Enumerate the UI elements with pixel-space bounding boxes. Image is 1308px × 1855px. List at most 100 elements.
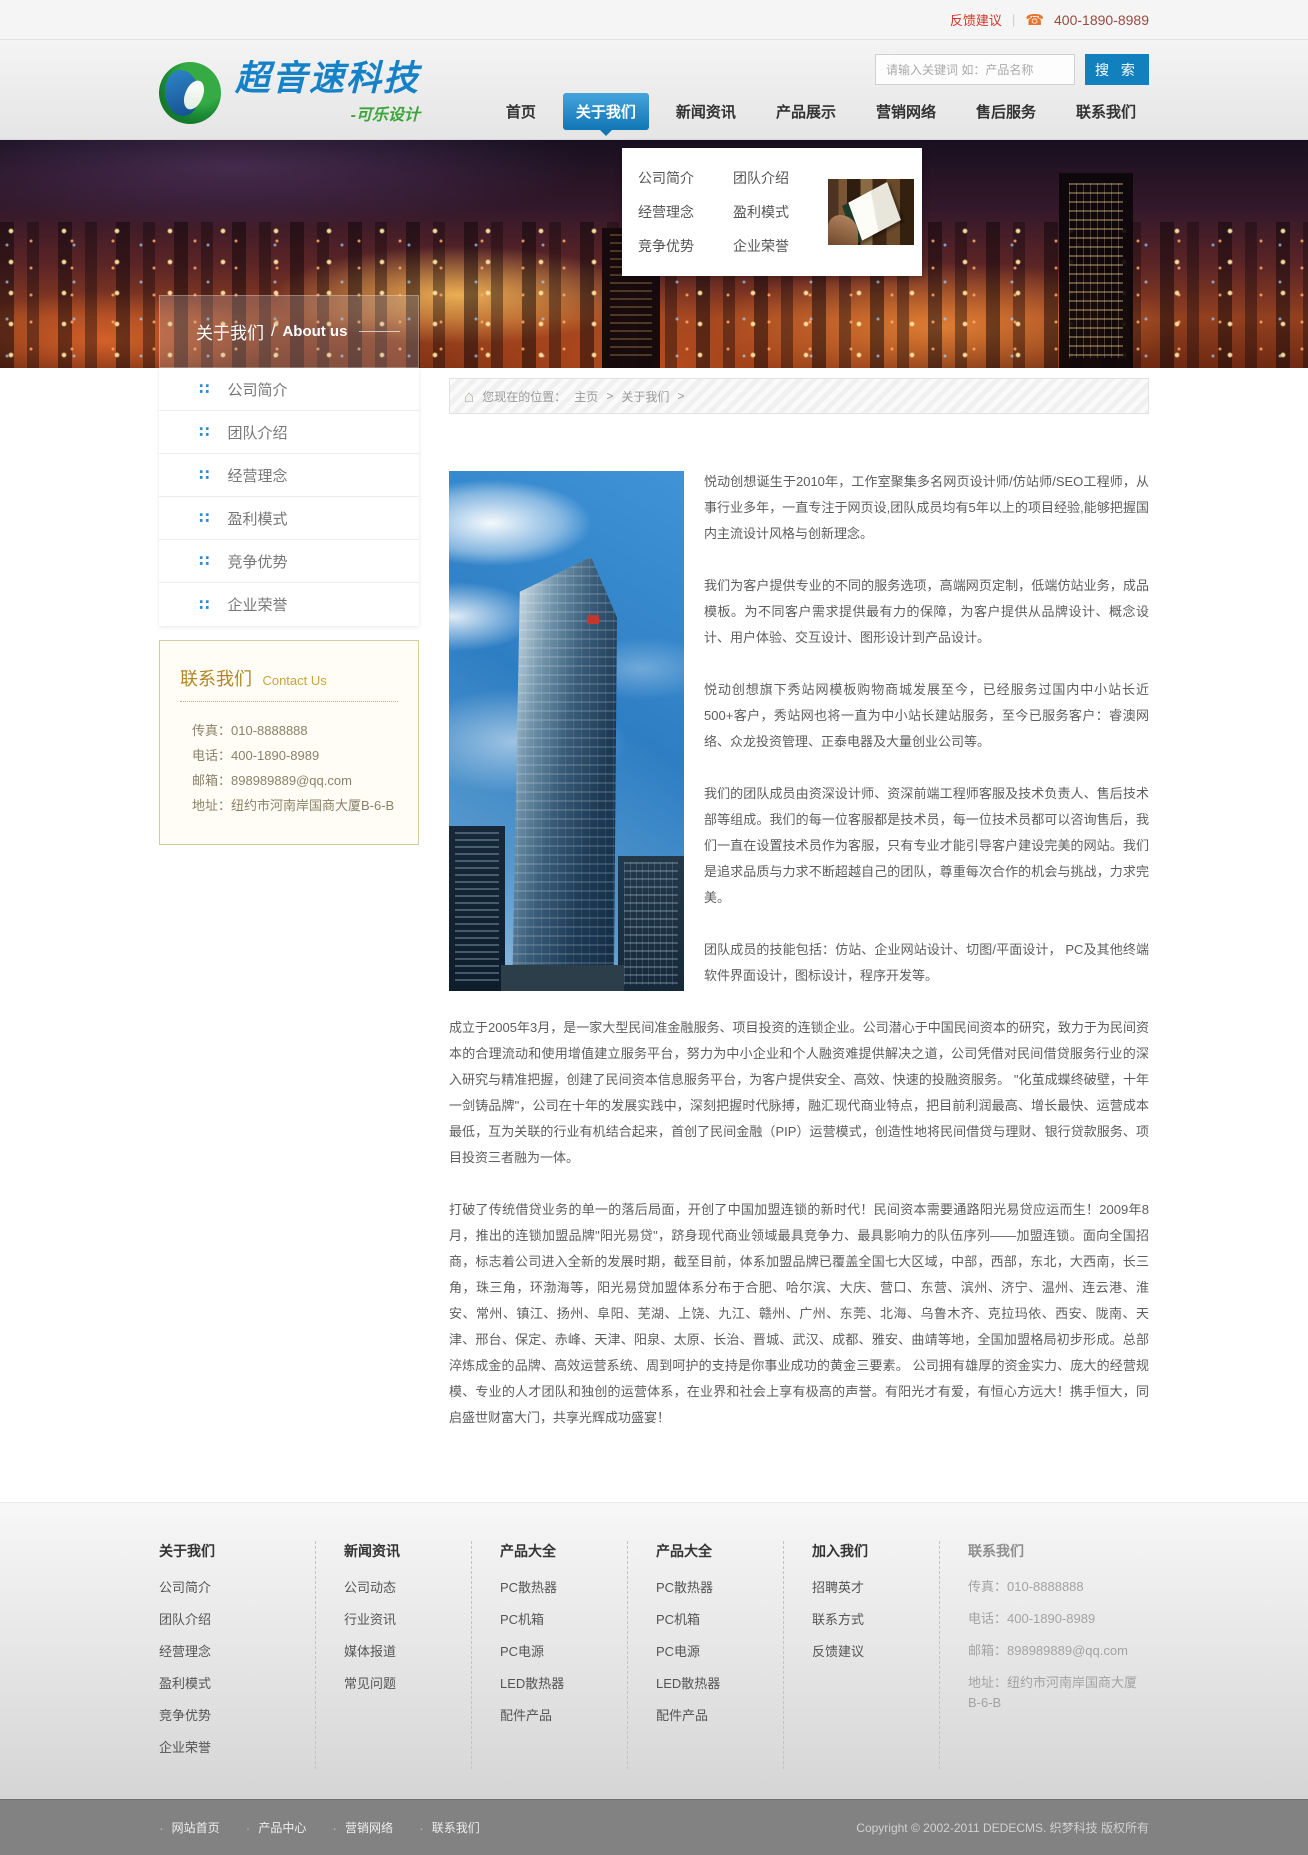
sidebar-item-company-profile[interactable]: ∷ 公司简介 xyxy=(159,368,419,411)
footer-link[interactable]: 招聘英才 xyxy=(812,1577,939,1596)
logo[interactable]: 超音速科技 -可乐设计 xyxy=(159,40,420,139)
grid-bullet-icon: ∷ xyxy=(199,423,209,441)
footer-link[interactable]: PC电源 xyxy=(656,1641,783,1660)
topbar-phone-number: 400-1890-8989 xyxy=(1054,12,1149,28)
footer-link[interactable]: 行业资讯 xyxy=(344,1609,471,1628)
grid-bullet-icon: ∷ xyxy=(199,380,209,398)
sidebar-item-advantage[interactable]: ∷ 竞争优势 xyxy=(159,540,419,583)
footer-link[interactable]: 竞争优势 xyxy=(159,1705,315,1724)
footer-column-about: 关于我们 公司简介 团队介绍 经营理念 盈利模式 竞争优势 企业荣誉 xyxy=(159,1541,315,1769)
nav-item-products[interactable]: 产品展示 xyxy=(763,93,849,130)
footer-link[interactable]: PC散热器 xyxy=(500,1577,627,1596)
footer-link[interactable]: 企业荣誉 xyxy=(159,1737,315,1756)
bullet-icon: · xyxy=(159,1820,164,1836)
footer-link[interactable]: 公司简介 xyxy=(159,1577,315,1596)
footer-link[interactable]: PC机箱 xyxy=(500,1609,627,1628)
footer-column-title: 产品大全 xyxy=(656,1541,783,1561)
building-podium xyxy=(501,965,624,991)
bottom-bar: · 网站首页 · 产品中心 · 营销网络 · 联系我们 Copyright © … xyxy=(0,1799,1308,1855)
dropdown-item-honors[interactable]: 企业荣誉 xyxy=(733,236,828,256)
footer-link[interactable]: 团队介绍 xyxy=(159,1609,315,1628)
main-nav: 首页 关于我们 新闻资讯 产品展示 营销网络 售后服务 联系我们 xyxy=(493,93,1149,139)
searchbar: 搜 索 xyxy=(875,54,1149,85)
feedback-link[interactable]: 反馈建议 xyxy=(950,10,1002,29)
dropdown-item-team-intro[interactable]: 团队介绍 xyxy=(733,168,828,188)
footer-link[interactable]: 经营理念 xyxy=(159,1641,315,1660)
footer-link[interactable]: LED散热器 xyxy=(500,1673,627,1692)
contact-email: 邮箱：898989889@qq.com xyxy=(192,768,398,793)
dropdown-item-philosophy[interactable]: 经营理念 xyxy=(638,202,733,222)
nav-item-contact[interactable]: 联系我们 xyxy=(1063,93,1149,130)
footer-link[interactable]: PC机箱 xyxy=(656,1609,783,1628)
breadcrumb-current-link[interactable]: 关于我们 xyxy=(621,388,669,405)
sidebar-item-label: 团队介绍 xyxy=(227,422,287,443)
search-input[interactable] xyxy=(875,54,1075,85)
sidebar-item-label: 竞争优势 xyxy=(227,551,287,572)
bottom-link-marketing[interactable]: 营销网络 xyxy=(345,1819,393,1836)
about-dropdown-menu: 公司简介 团队介绍 经营理念 盈利模式 竞争优势 企业荣誉 xyxy=(622,148,922,276)
footer-link[interactable]: 盈利模式 xyxy=(159,1673,315,1692)
footer-link[interactable]: 媒体报道 xyxy=(344,1641,471,1660)
sidebar-item-team-intro[interactable]: ∷ 团队介绍 xyxy=(159,411,419,454)
footer-column-products-1: 产品大全 PC散热器 PC机箱 PC电源 LED散热器 配件产品 xyxy=(471,1541,627,1769)
breadcrumb: ⌂ 您现在的位置： 主页 > 关于我们 > xyxy=(449,378,1149,414)
sidebar: ∷ 公司简介 ∷ 团队介绍 ∷ 经营理念 ∷ 盈利模式 ∷ 竞争优势 xyxy=(159,368,419,1457)
bottom-link-product-center[interactable]: 产品中心 xyxy=(258,1819,306,1836)
footer-link[interactable]: 常见问题 xyxy=(344,1673,471,1692)
footer-column-contact: 联系我们 传真：010-8888888 电话：400-1890-8989 邮箱：… xyxy=(939,1541,1149,1769)
search-button[interactable]: 搜 索 xyxy=(1085,54,1149,85)
footer-link[interactable]: PC散热器 xyxy=(656,1577,783,1596)
footer-link[interactable]: LED散热器 xyxy=(656,1673,783,1692)
footer-column-title: 加入我们 xyxy=(812,1541,939,1561)
footer-column-title: 产品大全 xyxy=(500,1541,627,1561)
banner-title-separator: / xyxy=(271,323,275,341)
about-article: 悦动创想诞生于2010年，工作室聚集多名网页设计师/仿站师/SEO工程师，从事行… xyxy=(449,469,1149,1457)
footer-link[interactable]: 反馈建议 xyxy=(812,1641,939,1660)
contact-phone: 电话：400-1890-8989 xyxy=(192,743,398,768)
nav-item-service[interactable]: 售后服务 xyxy=(963,93,1049,130)
nav-item-news[interactable]: 新闻资讯 xyxy=(663,93,749,130)
footer-column-title: 关于我们 xyxy=(159,1541,315,1561)
sidebar-item-profit-model[interactable]: ∷ 盈利模式 xyxy=(159,497,419,540)
footer-column-join-us: 加入我们 招聘英才 联系方式 反馈建议 xyxy=(783,1541,939,1769)
banner-title-cn: 关于我们 xyxy=(196,319,264,344)
skyscraper-photo xyxy=(449,471,684,991)
breadcrumb-prefix: 您现在的位置： xyxy=(482,388,566,405)
article-paragraph: 打破了传统借贷业务的单一的落后局面，开创了中国加盟连锁的新时代！民间资本需要通路… xyxy=(449,1197,1149,1431)
footer-contact-email: 邮箱：898989889@qq.com xyxy=(968,1641,1149,1661)
footer-link[interactable]: PC电源 xyxy=(500,1641,627,1660)
topbar: 反馈建议 | ☎ 400-1890-8989 xyxy=(0,0,1308,40)
logo-subtitle: -可乐设计 xyxy=(351,101,420,125)
footer-link[interactable]: 联系方式 xyxy=(812,1609,939,1628)
bullet-icon: · xyxy=(332,1820,337,1836)
footer-column-title: 新闻资讯 xyxy=(344,1541,471,1561)
copyright-text: Copyright © 2002-2011 DEDECMS. 织梦科技 版权所有 xyxy=(856,1819,1149,1836)
sidebar-item-honors[interactable]: ∷ 企业荣誉 xyxy=(159,583,419,626)
bottom-link-contact[interactable]: 联系我们 xyxy=(432,1819,480,1836)
breadcrumb-separator: > xyxy=(677,389,684,403)
nav-item-home[interactable]: 首页 xyxy=(493,93,549,130)
breadcrumb-home-link[interactable]: 主页 xyxy=(574,388,598,405)
nav-item-marketing[interactable]: 营销网络 xyxy=(863,93,949,130)
contact-address: 地址：纽约市河南岸国商大厦B-6-B xyxy=(192,793,398,818)
dropdown-item-advantage[interactable]: 竞争优势 xyxy=(638,236,733,256)
sidebar-menu: ∷ 公司简介 ∷ 团队介绍 ∷ 经营理念 ∷ 盈利模式 ∷ 竞争优势 xyxy=(159,368,419,626)
nav-item-about-active[interactable]: 关于我们 xyxy=(563,93,649,130)
sidebar-item-philosophy[interactable]: ∷ 经营理念 xyxy=(159,454,419,497)
footer-contact-address: 地址：纽约市河南岸国商大厦B-6-B xyxy=(968,1673,1149,1713)
dropdown-item-company-profile[interactable]: 公司简介 xyxy=(638,168,733,188)
bottom-links: · 网站首页 · 产品中心 · 营销网络 · 联系我们 xyxy=(159,1819,480,1836)
content-column: ⌂ 您现在的位置： 主页 > 关于我们 > 悦动创想诞生于2010年，工作室聚集… xyxy=(449,368,1149,1457)
logo-icon xyxy=(159,62,221,124)
background-building xyxy=(618,856,684,991)
footer-link[interactable]: 配件产品 xyxy=(656,1705,783,1724)
logo-title: 超音速科技 xyxy=(235,60,420,99)
sidebar-item-label: 经营理念 xyxy=(227,465,287,486)
contact-box-title: 联系我们 xyxy=(180,669,252,689)
bottom-link-site-home[interactable]: 网站首页 xyxy=(172,1819,220,1836)
footer-link[interactable]: 公司动态 xyxy=(344,1577,471,1596)
footer-column-news: 新闻资讯 公司动态 行业资讯 媒体报道 常见问题 xyxy=(315,1541,471,1769)
home-icon: ⌂ xyxy=(464,388,474,405)
dropdown-item-profit-model[interactable]: 盈利模式 xyxy=(733,202,828,222)
footer-link[interactable]: 配件产品 xyxy=(500,1705,627,1724)
